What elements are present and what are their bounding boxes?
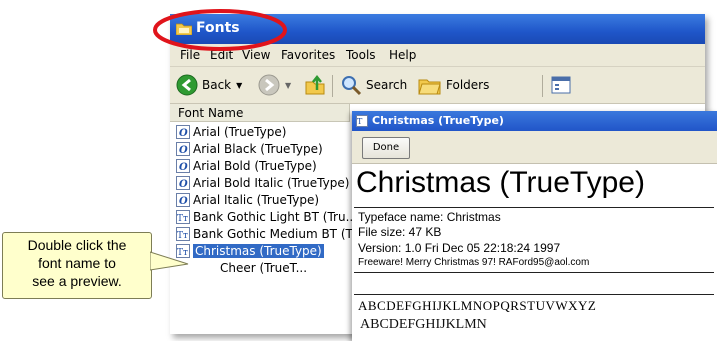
divider [354, 207, 714, 208]
toolbar-separator [332, 75, 333, 97]
list-item[interactable]: O Arial Italic (TrueType) [176, 191, 319, 208]
preview-title-bar[interactable]: T Christmas (TrueType) [352, 111, 717, 131]
font-name: Arial Black (TrueType) [193, 141, 323, 156]
font-name: Cheer (TrueT... [220, 260, 308, 275]
list-item[interactable]: Cheer (TrueT... [220, 259, 307, 276]
folders-icon [418, 79, 441, 95]
callout-line: Double click the [27, 237, 127, 253]
back-arrow-icon [176, 74, 198, 96]
views-button[interactable] [550, 73, 572, 97]
toolbar-separator [542, 75, 543, 97]
forward-button[interactable]: ▼ [258, 73, 291, 97]
truetype-font-icon: Tт [176, 226, 190, 241]
back-button[interactable]: Back ▼ [176, 73, 242, 97]
svg-text:Tт: Tт [177, 214, 188, 224]
truetype-font-icon: Tт [176, 209, 190, 224]
search-icon [342, 76, 362, 96]
font-name: Arial Bold (TrueType) [193, 158, 317, 173]
font-name: Arial Italic (TrueType) [193, 192, 320, 207]
file-size: File size: 47 KB [358, 225, 442, 239]
menu-tools[interactable]: Tools [346, 48, 376, 62]
search-button[interactable]: Search [340, 73, 407, 97]
sample-decorative: ABCDEFGHIJKLMN [360, 317, 487, 332]
back-label: Back [202, 78, 232, 92]
typeface-name: Typeface name: Christmas [358, 210, 501, 224]
svg-text:T: T [357, 117, 363, 126]
list-item[interactable]: O Arial Black (TrueType) [176, 140, 323, 157]
up-folder-button[interactable] [304, 73, 326, 97]
opentype-font-icon: O [176, 141, 190, 156]
preview-heading: Christmas (TrueType) [356, 166, 645, 199]
column-header-font-name[interactable]: Font Name [170, 104, 350, 122]
svg-text:Tт: Tт [177, 231, 188, 241]
svg-text:O: O [179, 145, 188, 156]
dropdown-arrow-icon[interactable]: ▼ [285, 81, 291, 90]
divider [354, 272, 714, 273]
font-name: Arial Bold Italic (TrueType) [193, 175, 350, 190]
svg-text:O: O [179, 179, 188, 190]
svg-text:O: O [179, 162, 188, 173]
font-name: Christmas (TrueType) [193, 243, 324, 258]
svg-text:O: O [179, 196, 188, 207]
done-button[interactable]: Done [362, 137, 410, 159]
list-item[interactable]: O Arial Bold Italic (TrueType) [176, 174, 349, 191]
list-item-selected[interactable]: Tт Christmas (TrueType) [176, 242, 324, 259]
preview-title: Christmas (TrueType) [372, 114, 504, 127]
sample-alphabet: ABCDEFGHIJKLMNOPQRSTUVWXYZ [358, 298, 597, 313]
font-name: Bank Gothic Medium BT (T... [193, 226, 363, 241]
copyright: Freeware! Merry Christmas 97! RAFord95@a… [358, 257, 590, 268]
divider [354, 294, 714, 295]
callout-pointer [150, 251, 189, 271]
instruction-callout: Double click the font name to see a prev… [2, 232, 152, 299]
opentype-font-icon: O [176, 124, 190, 139]
opentype-font-icon: O [176, 175, 190, 190]
dropdown-arrow-icon[interactable]: ▼ [236, 81, 242, 90]
search-label: Search [366, 78, 408, 92]
font-name: Arial (TrueType) [193, 124, 287, 139]
preview-toolbar: Done [352, 131, 717, 164]
list-item[interactable]: Tт Bank Gothic Light BT (Tru... [176, 208, 357, 225]
version: Version: 1.0 Fri Dec 05 22:18:24 1997 [358, 241, 561, 255]
folders-button[interactable]: Folders [418, 73, 489, 97]
font-name: Bank Gothic Light BT (Tru... [193, 209, 358, 224]
forward-arrow-icon [258, 74, 280, 96]
folders-label: Folders [446, 78, 490, 92]
list-item[interactable]: Tт Bank Gothic Medium BT (T... [176, 225, 363, 242]
highlight-ellipse [153, 9, 287, 51]
truetype-font-icon: T [356, 115, 368, 127]
opentype-font-icon: O [176, 192, 190, 207]
list-item[interactable]: O Arial (TrueType) [176, 123, 286, 140]
menu-favorites[interactable]: Favorites [281, 48, 335, 62]
list-item[interactable]: O Arial Bold (TrueType) [176, 157, 317, 174]
callout-line: font name to [38, 255, 116, 271]
up-folder-icon [305, 74, 325, 95]
views-icon [551, 76, 571, 94]
font-preview-window: T Christmas (TrueType) Done Christmas (T… [352, 111, 717, 341]
opentype-font-icon: O [176, 158, 190, 173]
callout-line: see a preview. [32, 273, 122, 289]
svg-text:O: O [179, 128, 188, 139]
menu-help[interactable]: Help [389, 48, 416, 62]
toolbar: Back ▼ ▼ Search Folders [170, 67, 705, 104]
